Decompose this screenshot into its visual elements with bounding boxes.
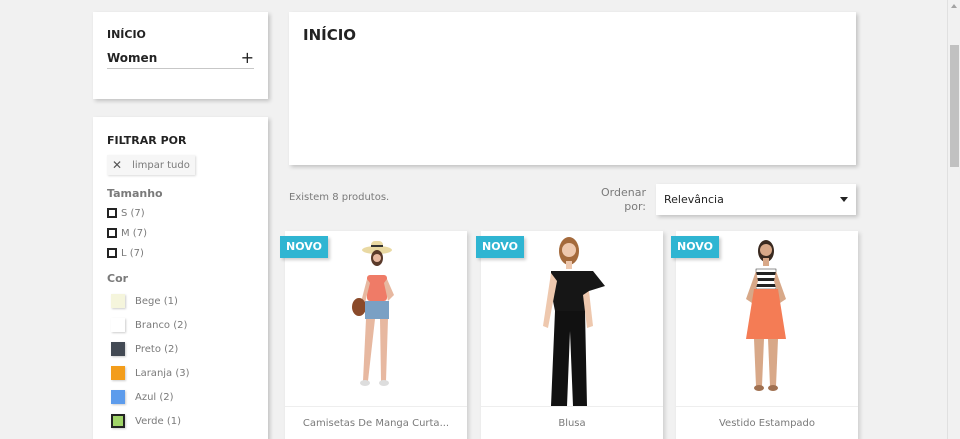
facet-option-label[interactable]: S (7) bbox=[121, 208, 145, 219]
facet-option-label[interactable]: Preto (2) bbox=[135, 344, 178, 355]
facet-option-color[interactable]: Laranja (3) bbox=[107, 365, 254, 381]
facet-option-label[interactable]: Azul (2) bbox=[135, 392, 174, 403]
category-tree-block: INÍCIO Women + bbox=[93, 12, 268, 99]
scrollbar-thumb[interactable] bbox=[950, 45, 959, 167]
product-title[interactable]: Camisetas De Manga Curta... bbox=[285, 418, 467, 429]
checkbox[interactable] bbox=[107, 228, 117, 238]
color-swatch[interactable] bbox=[111, 390, 125, 404]
sort-dropdown[interactable]: Relevância bbox=[656, 184, 856, 215]
facet-option-label[interactable]: Laranja (3) bbox=[135, 368, 190, 379]
color-facet-list: Bege (1) Branco (2) Preto (2) Laranja (3) Az… bbox=[107, 293, 254, 429]
facet-option-label[interactable]: L (7) bbox=[121, 248, 144, 259]
category-header: INÍCIO bbox=[289, 12, 856, 165]
color-swatch[interactable] bbox=[111, 318, 125, 332]
facet-option-color[interactable]: Branco (2) bbox=[107, 317, 254, 333]
sort-selected-value[interactable]: Relevância bbox=[664, 193, 724, 206]
divider bbox=[676, 406, 858, 407]
color-swatch[interactable] bbox=[111, 294, 125, 308]
color-swatch[interactable] bbox=[111, 366, 125, 380]
facet-option-color[interactable]: Preto (2) bbox=[107, 341, 254, 357]
facets-title: FILTRAR POR bbox=[107, 134, 187, 147]
product-card[interactable]: Camisetas De Manga Curta... bbox=[285, 231, 467, 439]
chevron-down-icon[interactable] bbox=[840, 197, 848, 202]
category-item-women[interactable]: Women + bbox=[107, 50, 254, 69]
close-icon[interactable]: ✕ bbox=[112, 158, 122, 172]
facet-title-color: Cor bbox=[107, 272, 129, 285]
page-title: INÍCIO bbox=[303, 26, 357, 44]
facet-option-label[interactable]: Verde (1) bbox=[135, 416, 181, 427]
facet-option-label[interactable]: Branco (2) bbox=[135, 320, 187, 331]
facet-option-label[interactable]: M (7) bbox=[121, 228, 147, 239]
scrollbar[interactable] bbox=[947, 0, 960, 439]
checkbox[interactable] bbox=[107, 248, 117, 258]
product-title[interactable]: Vestido Estampado bbox=[676, 418, 858, 429]
product-card[interactable]: Vestido Estampado bbox=[676, 231, 858, 439]
facet-option-color[interactable]: Verde (1) bbox=[107, 413, 254, 429]
new-badge: NOVO bbox=[476, 236, 524, 258]
new-badge: NOVO bbox=[280, 236, 328, 258]
expand-icon[interactable]: + bbox=[241, 50, 254, 66]
new-badge: NOVO bbox=[671, 236, 719, 258]
facet-option-color[interactable]: Azul (2) bbox=[107, 389, 254, 405]
facet-option-size-m[interactable]: M (7) bbox=[107, 226, 254, 240]
scroll-up-icon[interactable] bbox=[951, 4, 957, 8]
product-count: Existem 8 produtos. bbox=[289, 192, 390, 203]
product-title[interactable]: Blusa bbox=[481, 418, 663, 429]
divider bbox=[285, 406, 467, 407]
clear-all-button[interactable]: ✕ limpar tudo bbox=[107, 155, 195, 175]
facet-title-size: Tamanho bbox=[107, 187, 163, 200]
sort-label: Ordenar por: bbox=[601, 186, 646, 213]
facet-option-size-s[interactable]: S (7) bbox=[107, 206, 254, 220]
color-swatch[interactable] bbox=[111, 342, 125, 356]
facet-option-color[interactable]: Bege (1) bbox=[107, 293, 254, 309]
category-tree-title[interactable]: INÍCIO bbox=[107, 28, 254, 41]
checkbox[interactable] bbox=[107, 208, 117, 218]
clear-all-label[interactable]: limpar tudo bbox=[132, 160, 190, 171]
category-item-label[interactable]: Women bbox=[107, 51, 157, 65]
divider bbox=[481, 406, 663, 407]
color-swatch[interactable] bbox=[111, 414, 125, 428]
product-card[interactable]: Blusa bbox=[481, 231, 663, 439]
facet-option-size-l[interactable]: L (7) bbox=[107, 246, 254, 260]
facets-block: FILTRAR POR ✕ limpar tudo Tamanho S (7) … bbox=[93, 117, 268, 439]
facet-option-label[interactable]: Bege (1) bbox=[135, 296, 178, 307]
